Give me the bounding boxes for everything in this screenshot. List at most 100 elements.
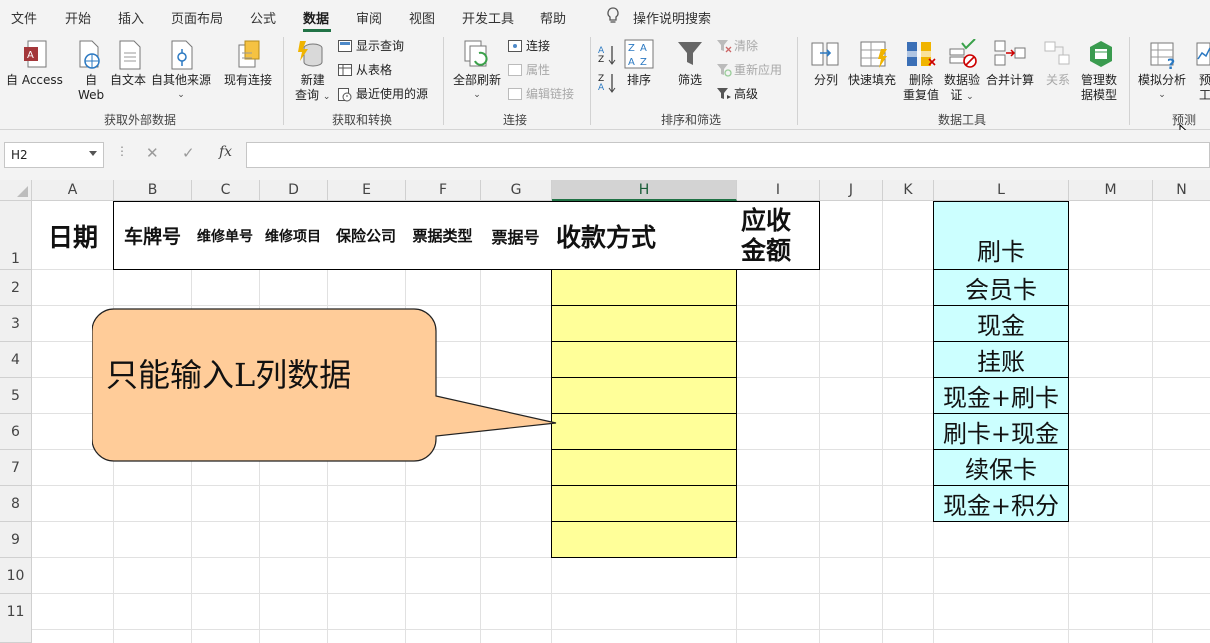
filter-button[interactable]: 筛选: [678, 73, 702, 88]
clear-button[interactable]: 清除: [734, 38, 758, 54]
enter-icon[interactable]: ✓: [182, 144, 195, 162]
cell-l1[interactable]: 刷卡: [933, 201, 1069, 270]
menu-review[interactable]: 审阅: [356, 8, 382, 27]
cancel-icon[interactable]: ✕: [146, 144, 159, 162]
menu-file[interactable]: 文件: [11, 8, 37, 27]
formula-input[interactable]: [246, 142, 1210, 168]
cell-h5[interactable]: [551, 377, 737, 414]
select-all-corner[interactable]: [0, 180, 32, 201]
row-header-10[interactable]: 10: [0, 558, 32, 594]
cell-g1[interactable]: 票据号: [480, 201, 552, 270]
column-header-j[interactable]: J: [820, 180, 883, 201]
from-table-button[interactable]: 从表格: [356, 62, 392, 78]
recent-sources-button[interactable]: 最近使用的源: [356, 86, 428, 102]
consolidate-button[interactable]: 合并计算: [986, 73, 1034, 88]
insert-function-icon[interactable]: fx: [219, 144, 232, 160]
group-label-get-external: 获取外部数据: [104, 113, 177, 127]
advanced-button[interactable]: 高级: [734, 86, 758, 102]
text-to-columns-icon: [811, 42, 839, 66]
cell-l2[interactable]: 会员卡: [933, 269, 1069, 306]
row-header-1[interactable]: 1: [0, 201, 32, 270]
reapply-button[interactable]: 重新应用: [734, 62, 782, 78]
from-access-button[interactable]: 自 Access: [6, 73, 63, 88]
menu-page-layout[interactable]: 页面布局: [171, 8, 223, 27]
what-if-icon: ?: [1150, 42, 1175, 71]
menu-insert[interactable]: 插入: [118, 8, 144, 27]
text-to-columns-button[interactable]: 分列: [814, 73, 838, 88]
from-web-button[interactable]: 自 Web: [78, 73, 104, 103]
cell-h1[interactable]: 收款方式: [551, 201, 737, 270]
from-text-button[interactable]: 自文本: [110, 73, 146, 88]
column-header-l[interactable]: L: [934, 180, 1069, 201]
remove-duplicates-button[interactable]: 删除 重复值: [903, 73, 939, 103]
row-header-4[interactable]: 4: [0, 342, 32, 378]
cell-l7[interactable]: 续保卡: [933, 449, 1069, 486]
menu-data[interactable]: 数据: [303, 8, 329, 27]
column-header-i[interactable]: I: [737, 180, 820, 201]
column-header-b[interactable]: B: [114, 180, 192, 201]
cell-l8[interactable]: 现金+积分: [933, 485, 1069, 522]
cell-b1[interactable]: 车牌号: [113, 201, 192, 270]
new-query-button[interactable]: 新建 查询 ⌄: [295, 73, 330, 105]
row-header-2[interactable]: 2: [0, 270, 32, 306]
menu-developer[interactable]: 开发工具: [462, 8, 514, 27]
column-header-c[interactable]: C: [192, 180, 260, 201]
row-header-11[interactable]: 11: [0, 594, 32, 643]
column-header-m[interactable]: M: [1069, 180, 1153, 201]
cell-l6[interactable]: 刷卡+现金: [933, 413, 1069, 450]
group-separator: [590, 37, 591, 125]
menu-formulas[interactable]: 公式: [250, 8, 276, 27]
cell-h9[interactable]: [551, 521, 737, 558]
cell-l4[interactable]: 挂账: [933, 341, 1069, 378]
cell-l3[interactable]: 现金: [933, 305, 1069, 342]
cell-d1[interactable]: 维修项目: [259, 201, 328, 270]
cell-i1[interactable]: 应收 金额: [736, 201, 820, 270]
edit-links-button[interactable]: 编辑链接: [526, 86, 574, 102]
data-validation-button[interactable]: 数据验证 ⌄: [944, 73, 980, 105]
refresh-all-button[interactable]: 全部刷新 ⌄: [453, 73, 501, 103]
column-header-g[interactable]: G: [481, 180, 552, 201]
manage-data-model-button[interactable]: 管理数 据模型: [1081, 73, 1117, 103]
what-if-analysis-button[interactable]: 模拟分析 ⌄: [1138, 73, 1186, 103]
menu-help[interactable]: 帮助: [540, 8, 566, 27]
cell-a1[interactable]: 日期: [32, 201, 114, 270]
column-header-h[interactable]: H: [552, 180, 737, 201]
name-box[interactable]: H2: [4, 142, 104, 168]
cell-h2[interactable]: [551, 269, 737, 306]
column-header-d[interactable]: D: [260, 180, 328, 201]
cell-l5[interactable]: 现金+刷卡: [933, 377, 1069, 414]
row-header-8[interactable]: 8: [0, 486, 32, 522]
row-header-6[interactable]: 6: [0, 414, 32, 450]
connections-button[interactable]: 连接: [526, 38, 550, 54]
row-header-7[interactable]: 7: [0, 450, 32, 486]
name-box-dropdown-icon[interactable]: [89, 151, 97, 156]
cell-h6[interactable]: [551, 413, 737, 450]
properties-button[interactable]: 属性: [526, 62, 550, 78]
flash-fill-button[interactable]: 快速填充: [848, 73, 896, 88]
show-query-icon: [338, 40, 352, 52]
menu-view[interactable]: 视图: [409, 8, 435, 27]
from-other-sources-button[interactable]: 自其他来源 ⌄: [151, 73, 211, 103]
sort-button[interactable]: 排序: [627, 73, 651, 88]
cell-h7[interactable]: [551, 449, 737, 486]
column-header-e[interactable]: E: [328, 180, 406, 201]
column-header-a[interactable]: A: [32, 180, 114, 201]
relationships-button[interactable]: 关系: [1046, 72, 1070, 88]
cell-f1[interactable]: 票据类型: [405, 201, 481, 270]
show-query-button[interactable]: 显示查询: [356, 38, 404, 54]
cell-h4[interactable]: [551, 341, 737, 378]
column-header-k[interactable]: K: [883, 180, 934, 201]
cell-c1[interactable]: 维修单号: [191, 201, 260, 270]
menu-home[interactable]: 开始: [65, 8, 91, 27]
forecast-sheet-button[interactable]: 预工作: [1199, 73, 1210, 103]
row-header-9[interactable]: 9: [0, 522, 32, 558]
row-header-5[interactable]: 5: [0, 378, 32, 414]
row-header-3[interactable]: 3: [0, 306, 32, 342]
column-header-n[interactable]: N: [1153, 180, 1210, 201]
existing-connections-button[interactable]: 现有连接: [224, 73, 272, 88]
column-header-f[interactable]: F: [406, 180, 481, 201]
cell-h8[interactable]: [551, 485, 737, 522]
cell-h3[interactable]: [551, 305, 737, 342]
cell-e1[interactable]: 保险公司: [327, 201, 406, 270]
tell-me-search[interactable]: 操作说明搜索: [633, 8, 711, 27]
